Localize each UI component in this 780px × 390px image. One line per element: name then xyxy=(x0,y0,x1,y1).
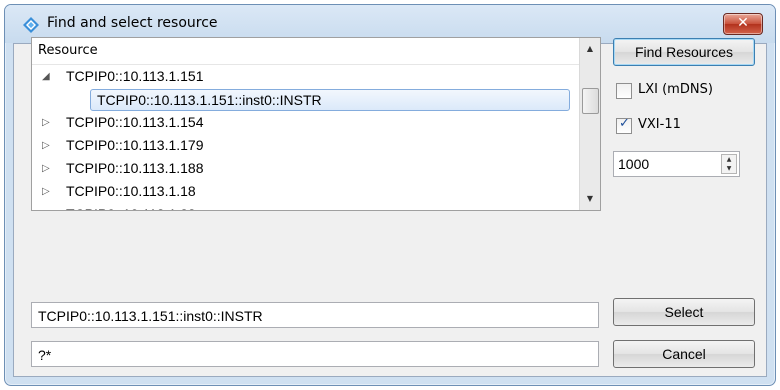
cancel-button[interactable]: Cancel xyxy=(613,340,755,368)
tree-column-header[interactable]: Resource xyxy=(32,38,584,65)
tree-node-label: TCPIP0::10.113.1.188 xyxy=(66,160,204,176)
tree-node[interactable]: ◢ TCPIP0::10.113.1.151 xyxy=(32,65,578,88)
tree-node-label: TCPIP0::10.113.1.23 xyxy=(66,203,196,210)
close-icon: ✕ xyxy=(737,15,749,31)
timeout-value: 1000 xyxy=(618,156,650,172)
vxi11-checkbox-label: VXI-11 xyxy=(638,117,681,132)
tree-node-label: TCPIP0::10.113.1.18 xyxy=(66,183,196,199)
spin-buttons[interactable]: ▲ ▼ xyxy=(721,154,737,174)
resource-tree[interactable]: Resource ◢ TCPIP0::10.113.1.151 TCPIP0::… xyxy=(31,37,601,211)
tree-node-selected[interactable]: TCPIP0::10.113.1.151::inst0::INSTR xyxy=(32,88,578,111)
scroll-thumb[interactable] xyxy=(582,88,599,114)
resource-diamond-icon xyxy=(23,17,39,33)
collapsed-arrow-icon[interactable]: ▷ xyxy=(42,111,54,134)
tree-node[interactable]: ▷ TCPIP0::10.113.1.23 xyxy=(32,203,578,210)
tree-node-label: TCPIP0::10.113.1.154 xyxy=(66,114,204,130)
timeout-spinbox[interactable]: 1000 ▲ ▼ xyxy=(613,151,740,177)
find-resources-button[interactable]: Find Resources xyxy=(613,38,755,66)
tree-node[interactable]: ▷ TCPIP0::10.113.1.188 xyxy=(32,157,578,180)
resource-input[interactable]: TCPIP0::10.113.1.151::inst0::INSTR xyxy=(31,302,599,328)
lxi-checkbox-label: LXI (mDNS) xyxy=(638,82,713,97)
scroll-down-icon[interactable]: ▼ xyxy=(580,190,600,208)
spin-up-icon[interactable]: ▲ xyxy=(722,155,736,164)
tree-node-label: TCPIP0::10.113.1.151::inst0::INSTR xyxy=(90,89,570,111)
spin-down-icon[interactable]: ▼ xyxy=(722,164,736,173)
collapsed-arrow-icon[interactable]: ▷ xyxy=(42,134,54,157)
dialog-window: Find and select resource ✕ Resource ◢ TC… xyxy=(4,4,776,386)
expanded-arrow-icon[interactable]: ◢ xyxy=(42,65,54,88)
tree-node[interactable]: ▷ TCPIP0::10.113.1.154 xyxy=(32,111,578,134)
vxi11-checkbox[interactable]: ✓ xyxy=(616,116,632,134)
tree-node-label: TCPIP0::10.113.1.179 xyxy=(66,137,204,153)
window-title: Find and select resource xyxy=(47,15,218,31)
filter-input[interactable]: ?* xyxy=(31,341,599,367)
checkmark-icon: ✓ xyxy=(619,116,630,131)
collapsed-arrow-icon[interactable]: ▷ xyxy=(42,180,54,203)
tree-scrollbar[interactable]: ▲ ▼ xyxy=(579,38,600,210)
lxi-checkbox[interactable] xyxy=(616,83,632,99)
collapsed-arrow-icon[interactable]: ▷ xyxy=(42,157,54,180)
close-button[interactable]: ✕ xyxy=(723,13,763,35)
select-button[interactable]: Select xyxy=(613,298,755,326)
collapsed-arrow-icon[interactable]: ▷ xyxy=(42,203,54,210)
tree-node[interactable]: ▷ TCPIP0::10.113.1.179 xyxy=(32,134,578,157)
tree-node-label: TCPIP0::10.113.1.151 xyxy=(66,68,204,84)
scroll-up-icon[interactable]: ▲ xyxy=(580,40,600,58)
tree-node[interactable]: ▷ TCPIP0::10.113.1.18 xyxy=(32,180,578,203)
